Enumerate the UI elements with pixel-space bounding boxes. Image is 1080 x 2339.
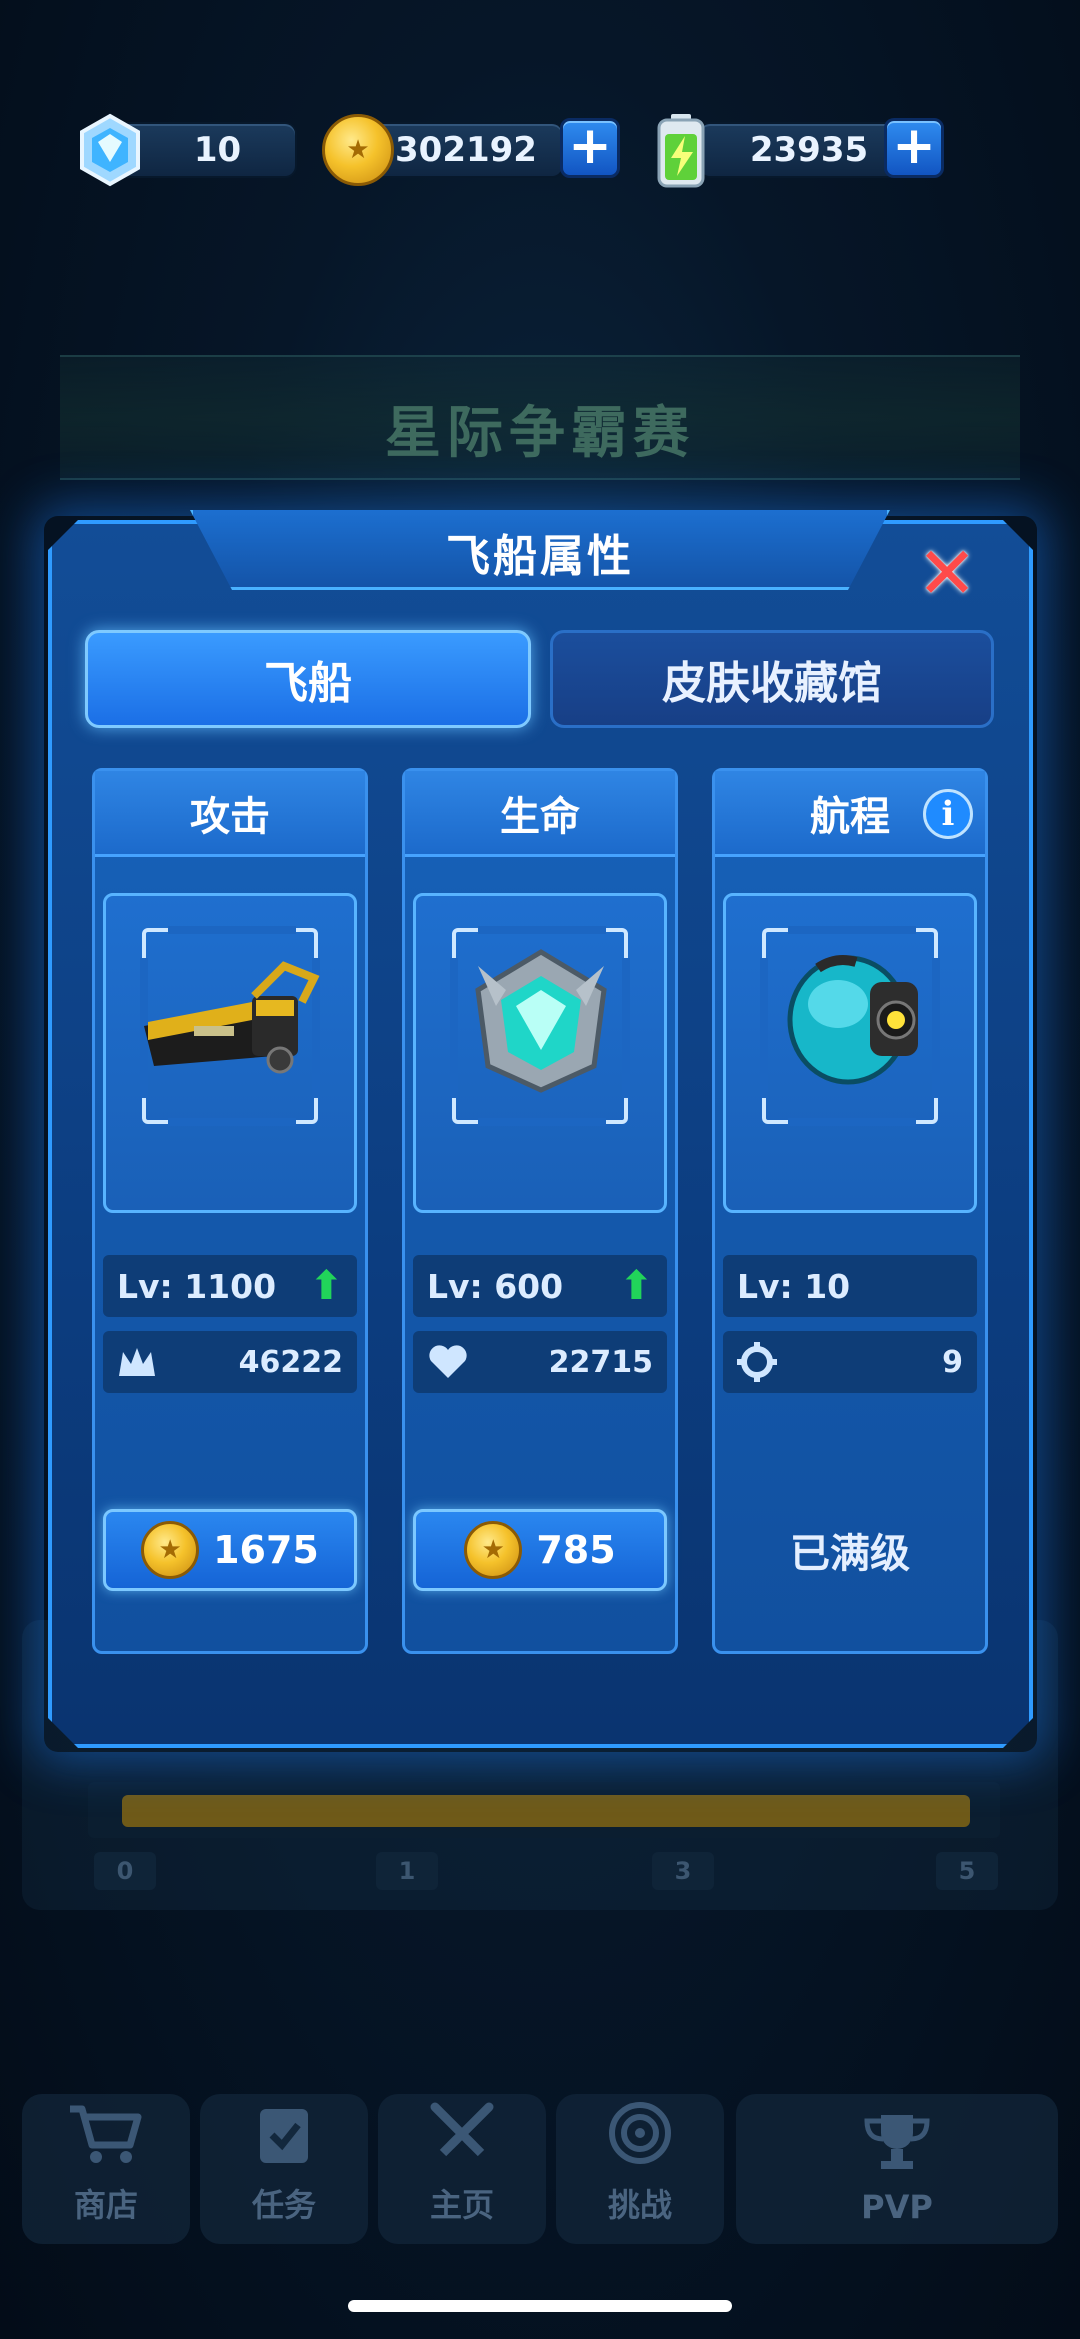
- life-level-row: Lv: 600 ⬆: [413, 1255, 667, 1317]
- energy-counter: 23935: [700, 124, 900, 176]
- add-energy-button[interactable]: +: [884, 118, 944, 178]
- info-icon[interactable]: i: [923, 789, 973, 839]
- life-card: 生命 Lv: 600 ⬆ 22715 ★ 785: [402, 768, 678, 1654]
- attack-value: 46222: [238, 1344, 343, 1380]
- attack-upgrade-button[interactable]: ★ 1675: [103, 1509, 357, 1591]
- attack-cost: 1675: [213, 1528, 319, 1572]
- close-button[interactable]: ✕: [912, 537, 982, 610]
- nav-pvp[interactable]: PVP: [736, 2094, 1058, 2244]
- life-card-title: 生命: [405, 771, 675, 857]
- engine-icon: [787, 955, 918, 1085]
- attack-card: 攻击 Lv: 1100 ⬆ 46222 ★ 1675: [92, 768, 368, 1654]
- nav-pvp-label: PVP: [861, 2188, 933, 2226]
- cart-icon: [66, 2101, 146, 2180]
- life-stat-row: 22715: [413, 1331, 667, 1393]
- home-indicator[interactable]: [348, 2300, 732, 2312]
- coin-icon: ★: [141, 1521, 200, 1579]
- nav-home-label: 主页: [429, 2186, 494, 2224]
- shield-crystal-icon: [475, 949, 607, 1093]
- cannon-icon: [144, 961, 320, 1074]
- modal-title: 飞船属性: [446, 531, 634, 582]
- nav-challenge-label: 挑战: [607, 2186, 672, 2224]
- attack-level-row: Lv: 1100 ⬆: [103, 1255, 357, 1317]
- coin-icon: ★: [322, 114, 394, 186]
- nav-shop-label: 商店: [73, 2186, 138, 2224]
- attack-card-title: 攻击: [95, 771, 365, 857]
- crosshair-icon: [737, 1342, 777, 1382]
- progress-label-0: 0: [94, 1852, 156, 1890]
- progress-label-3: 3: [652, 1852, 714, 1890]
- range-level-row: Lv: 10: [723, 1255, 977, 1317]
- range-image-frame: [723, 893, 977, 1213]
- coin-count: 302192: [395, 130, 537, 170]
- upgrade-arrow-icon: ⬆: [309, 1263, 343, 1309]
- heart-icon: [429, 1345, 467, 1378]
- upgrade-arrow-icon: ⬆: [619, 1263, 653, 1309]
- nav-tasks-label: 任务: [251, 2186, 316, 2224]
- life-upgrade-button[interactable]: ★ 785: [413, 1509, 667, 1591]
- range-card: 航程 i Lv: 10 9 已满级: [712, 768, 988, 1654]
- coin-icon: ★: [464, 1521, 523, 1579]
- crown-icon: [119, 1348, 155, 1376]
- max-level-label: 已满级: [790, 1531, 910, 1577]
- crystal-icon: [80, 113, 140, 187]
- progress-fill: [122, 1795, 970, 1827]
- battery-icon: [657, 114, 705, 188]
- tab-skin-gallery[interactable]: 皮肤收藏馆: [550, 630, 994, 728]
- clipboard-icon: [252, 2101, 316, 2180]
- tab-ship[interactable]: 飞船: [85, 630, 531, 728]
- gem-count: 10: [193, 130, 242, 170]
- nav-challenge[interactable]: 挑战: [556, 2094, 724, 2244]
- attack-stat-row: 46222: [103, 1331, 357, 1393]
- swords-icon: [427, 2101, 497, 2180]
- progress-label-1: 1: [376, 1852, 438, 1890]
- add-coins-button[interactable]: +: [560, 118, 620, 178]
- range-stat-row: 9: [723, 1331, 977, 1393]
- trophy-icon: [857, 2109, 937, 2188]
- attack-level: Lv: 1100: [117, 1266, 277, 1306]
- target-icon: [608, 2101, 672, 2180]
- energy-count: 23935: [749, 130, 869, 170]
- progress-label-5: 5: [936, 1852, 998, 1890]
- range-value: 9: [942, 1344, 963, 1380]
- nav-home[interactable]: 主页: [378, 2094, 546, 2244]
- life-image-frame: [413, 893, 667, 1213]
- nav-tasks[interactable]: 任务: [200, 2094, 368, 2244]
- life-cost: 785: [536, 1528, 616, 1572]
- life-level: Lv: 600: [427, 1266, 564, 1306]
- life-value: 22715: [548, 1344, 653, 1380]
- range-level: Lv: 10: [737, 1266, 851, 1306]
- background-title: 星际争霸赛: [385, 401, 695, 466]
- attack-image-frame: [103, 893, 357, 1213]
- nav-shop[interactable]: 商店: [22, 2094, 190, 2244]
